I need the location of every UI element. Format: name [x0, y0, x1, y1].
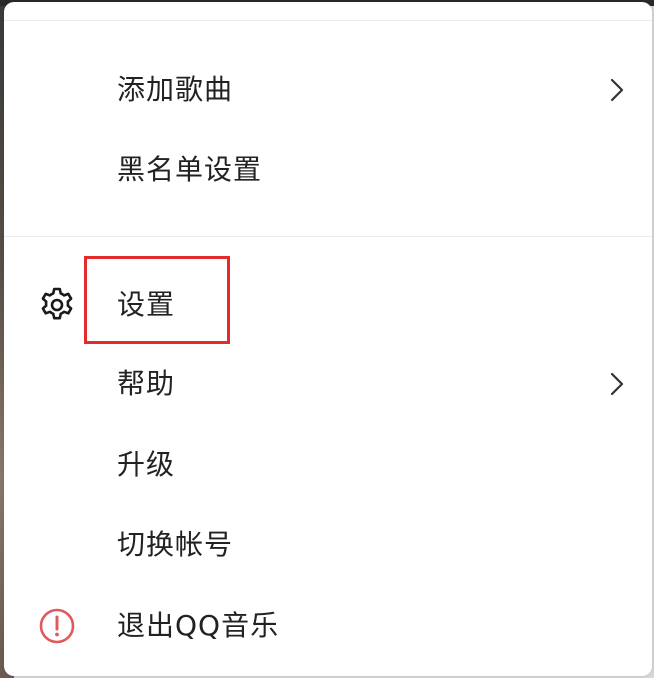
chevron-right-icon — [610, 78, 624, 102]
exclamation-circle-icon — [39, 608, 75, 644]
menu-divider — [4, 20, 652, 21]
menu-item-label: 帮助 — [117, 367, 176, 400]
chevron-right-icon — [610, 372, 624, 396]
gear-icon — [41, 287, 73, 320]
menu-item-help[interactable]: 帮助 — [4, 354, 652, 414]
menu-item-label: 黑名单设置 — [117, 153, 263, 186]
context-menu: 添加歌曲 黑名单设置 设置 帮助 升级 切换帐号 退出QQ音乐 — [4, 2, 652, 676]
menu-item-label: 退出QQ音乐 — [117, 609, 280, 642]
menu-item-switch-account[interactable]: 切换帐号 — [4, 515, 652, 575]
menu-item-label: 添加歌曲 — [117, 73, 234, 106]
menu-item-upgrade[interactable]: 升级 — [4, 435, 652, 495]
menu-divider — [4, 236, 652, 237]
menu-item-blacklist-settings[interactable]: 黑名单设置 — [4, 140, 652, 200]
menu-item-quit-qq-music[interactable]: 退出QQ音乐 — [4, 596, 652, 656]
highlight-annotation-box — [84, 256, 230, 344]
menu-item-label: 升级 — [117, 448, 176, 481]
menu-item-add-songs[interactable]: 添加歌曲 — [4, 60, 652, 120]
menu-item-label: 切换帐号 — [117, 528, 234, 561]
